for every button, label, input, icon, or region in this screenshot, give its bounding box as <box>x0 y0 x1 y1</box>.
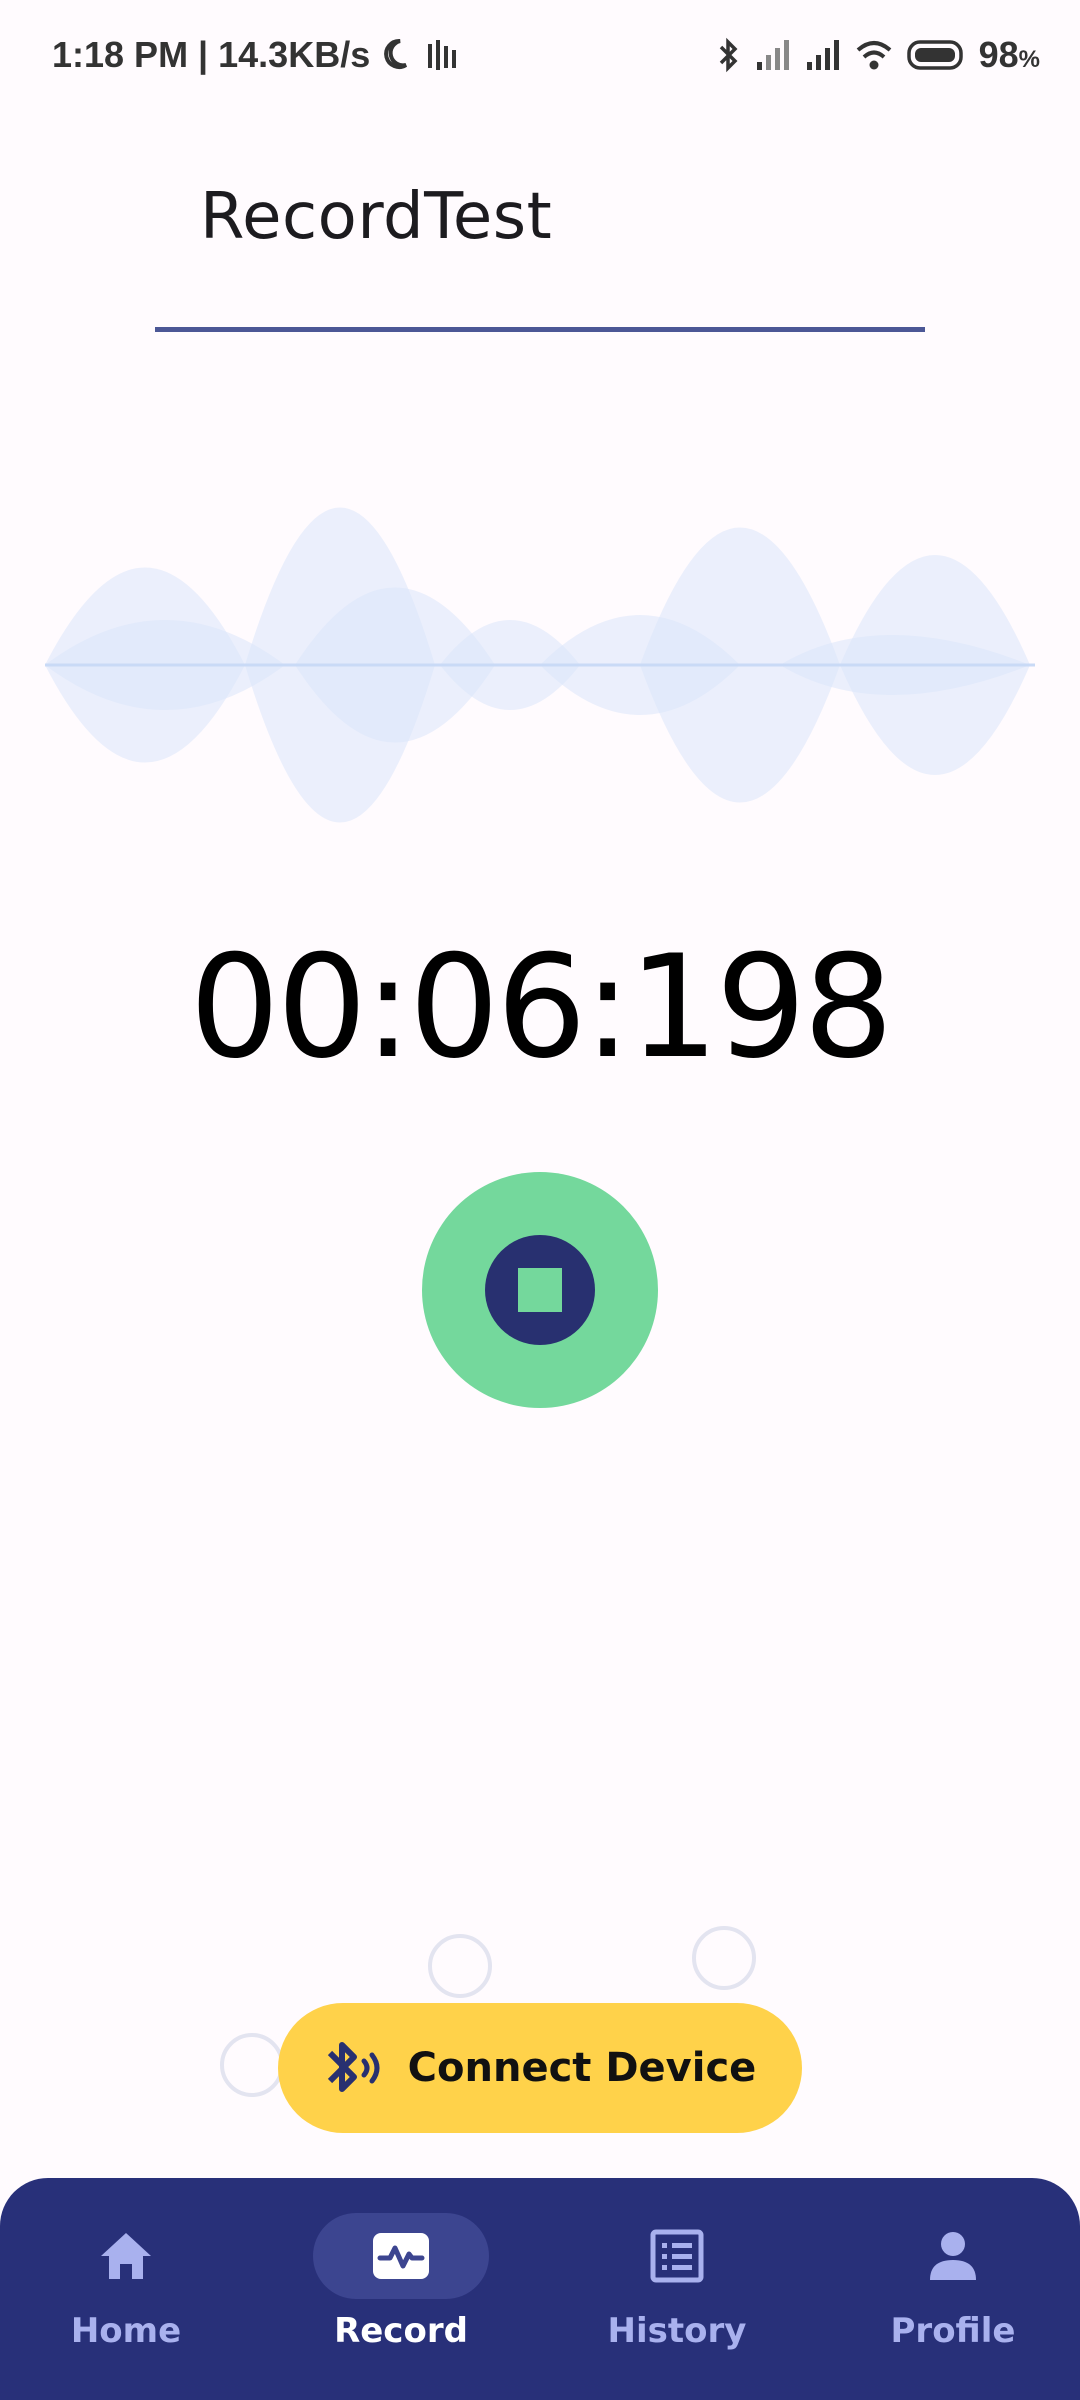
status-time-speed: 1:18 PM | 14.3KB/s <box>52 34 371 75</box>
home-icon <box>98 2230 154 2282</box>
waveform-visualizer <box>45 507 1035 823</box>
battery-level: 98% <box>979 34 1040 76</box>
connect-device-label: Connect Device <box>407 2045 757 2091</box>
nav-item-history[interactable]: History <box>542 2178 812 2400</box>
bluetooth-audio-icon <box>324 2035 386 2101</box>
bottom-navigation: Home Record History Profile <box>0 2178 1080 2400</box>
stop-icon <box>485 1235 595 1345</box>
status-right: 98% <box>717 34 1040 76</box>
nav-label-record: Record <box>334 2311 468 2351</box>
connect-device-button[interactable]: Connect Device <box>278 2003 802 2133</box>
moon-icon <box>380 37 416 73</box>
recording-timer: 00:06:198 <box>189 925 893 1090</box>
ripple-circle <box>428 1934 492 1998</box>
status-bar: 1:18 PM | 14.3KB/s 98% <box>0 0 1080 116</box>
nav-item-home[interactable]: Home <box>0 2178 261 2400</box>
battery-icon <box>906 39 965 71</box>
signal-icon <box>805 38 841 72</box>
sound-bars-icon <box>426 38 458 72</box>
nav-pill-active <box>313 2213 489 2299</box>
stop-record-button[interactable] <box>422 1172 658 1408</box>
list-icon <box>650 2229 704 2283</box>
nav-label-profile: Profile <box>890 2311 1016 2351</box>
nav-label-history: History <box>607 2311 747 2351</box>
bluetooth-icon <box>717 37 741 73</box>
nav-pill <box>38 2213 214 2299</box>
nav-label-home: Home <box>70 2311 182 2351</box>
battery-unit: % <box>1018 46 1040 73</box>
battery-percent: 98 <box>978 34 1019 75</box>
wifi-icon <box>855 38 893 72</box>
signal-icon <box>755 38 791 72</box>
ripple-circle <box>692 1926 756 1990</box>
person-icon <box>928 2230 978 2282</box>
waveform-icon <box>372 2232 430 2280</box>
nav-pill <box>865 2213 1041 2299</box>
nav-item-profile[interactable]: Profile <box>818 2178 1080 2400</box>
nav-item-record[interactable]: Record <box>266 2178 536 2400</box>
page-title: RecordTest <box>200 180 553 254</box>
nav-pill <box>589 2213 765 2299</box>
stop-square <box>518 1268 562 1312</box>
title-divider <box>155 327 925 332</box>
ripple-circle <box>220 2033 284 2097</box>
status-left: 1:18 PM | 14.3KB/s <box>52 34 458 76</box>
